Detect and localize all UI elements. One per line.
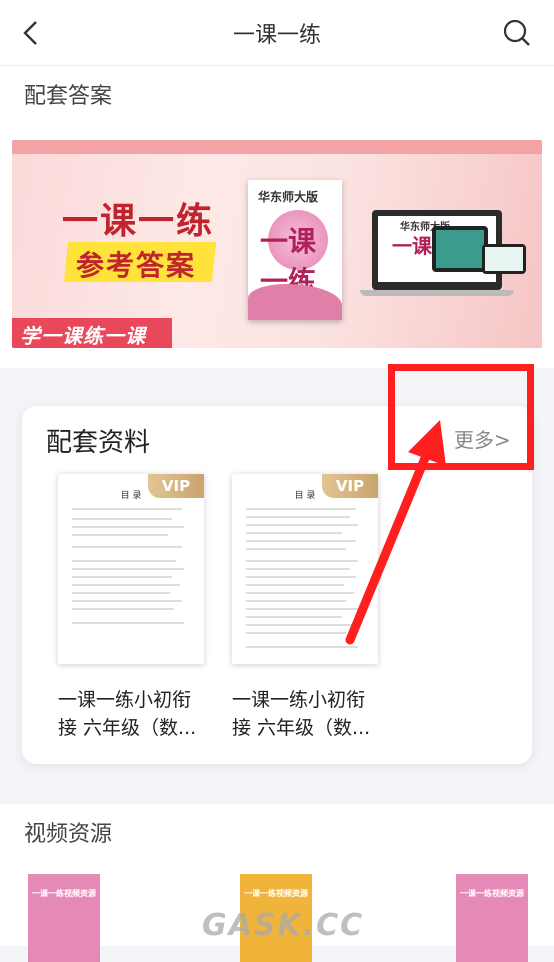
material-item-1-title[interactable]: 一课一练小初衔接 六年级（数...	[58, 686, 208, 742]
banner-container: 一课一练 参考答案 华东师大版 一课一练 华东师大版 一课一练 学一课练一课	[0, 118, 554, 368]
top-bar: 一课一练	[0, 0, 554, 66]
toc-line	[246, 616, 342, 618]
video-section-title: 视频资源	[24, 822, 113, 847]
answers-section-title: 配套答案	[24, 84, 113, 109]
banner-tablet	[432, 226, 488, 272]
toc-line	[246, 592, 354, 594]
toc-line	[246, 646, 358, 648]
toc-line	[246, 516, 350, 518]
toc-line	[246, 584, 344, 586]
search-icon[interactable]	[502, 18, 532, 48]
page-title: 一课一练	[232, 23, 321, 48]
toc-line	[246, 608, 358, 610]
monitor-base	[360, 290, 514, 296]
video-item-3[interactable]: 一课一练视频资源	[456, 874, 528, 962]
toc-line	[72, 600, 182, 602]
video-item-3-label: 一课一练视频资源	[460, 889, 524, 898]
tablet-screen	[436, 230, 484, 268]
toc-line	[72, 584, 180, 586]
toc-line	[72, 622, 184, 624]
material-item-2-cover[interactable]: VIP 目 录	[232, 474, 378, 664]
material-item-2-title[interactable]: 一课一练小初衔接 六年级（数...	[232, 686, 382, 742]
video-item-1-label: 一课一练视频资源	[32, 889, 96, 898]
toc-line	[246, 624, 354, 626]
banner-headline: 一课一练	[62, 201, 215, 242]
toc-line	[72, 608, 174, 610]
banner-book-cover: 华东师大版 一课一练	[248, 180, 342, 320]
toc-line	[246, 524, 358, 526]
toc-line	[246, 508, 356, 510]
toc-line	[72, 560, 176, 562]
cover-heading: 目 录	[120, 491, 142, 501]
toc-line	[72, 526, 184, 528]
toc-line	[246, 560, 358, 562]
cover-heading: 目 录	[294, 491, 316, 501]
banner-phone	[482, 244, 526, 274]
toc-line	[72, 534, 168, 536]
toc-line	[246, 568, 350, 570]
toc-line	[246, 548, 346, 550]
video-item-1[interactable]: 一课一练视频资源	[28, 874, 100, 962]
phone-screen	[485, 247, 523, 271]
video-section-header: 视频资源	[0, 804, 554, 856]
toc-line	[72, 576, 172, 578]
toc-line	[72, 508, 182, 510]
video-item-2-label: 一课一练视频资源	[244, 889, 308, 898]
toc-line	[72, 518, 172, 520]
toc-line	[246, 600, 346, 602]
toc-line	[72, 568, 184, 570]
banner-sub-headline: 参考答案	[76, 249, 197, 282]
material-item-1-cover[interactable]: VIP 目 录	[58, 474, 204, 664]
toc-line	[246, 540, 356, 542]
toc-line	[246, 576, 356, 578]
materials-title: 配套资料	[46, 428, 151, 458]
answers-section-header: 配套答案	[0, 66, 554, 118]
banner-top-band	[12, 140, 542, 154]
book-publisher: 华东师大版	[258, 190, 319, 204]
toc-line	[72, 592, 170, 594]
toc-line	[72, 546, 182, 548]
banner-slogan: 学一课练一课	[20, 324, 146, 348]
answers-banner[interactable]: 一课一练 参考答案 华东师大版 一课一练 华东师大版 一课一练 学一课练一课	[12, 140, 542, 348]
highlight-frame	[388, 364, 534, 470]
watermark: GASK.CC	[202, 908, 365, 943]
toc-line	[246, 632, 346, 634]
toc-line	[246, 532, 342, 534]
